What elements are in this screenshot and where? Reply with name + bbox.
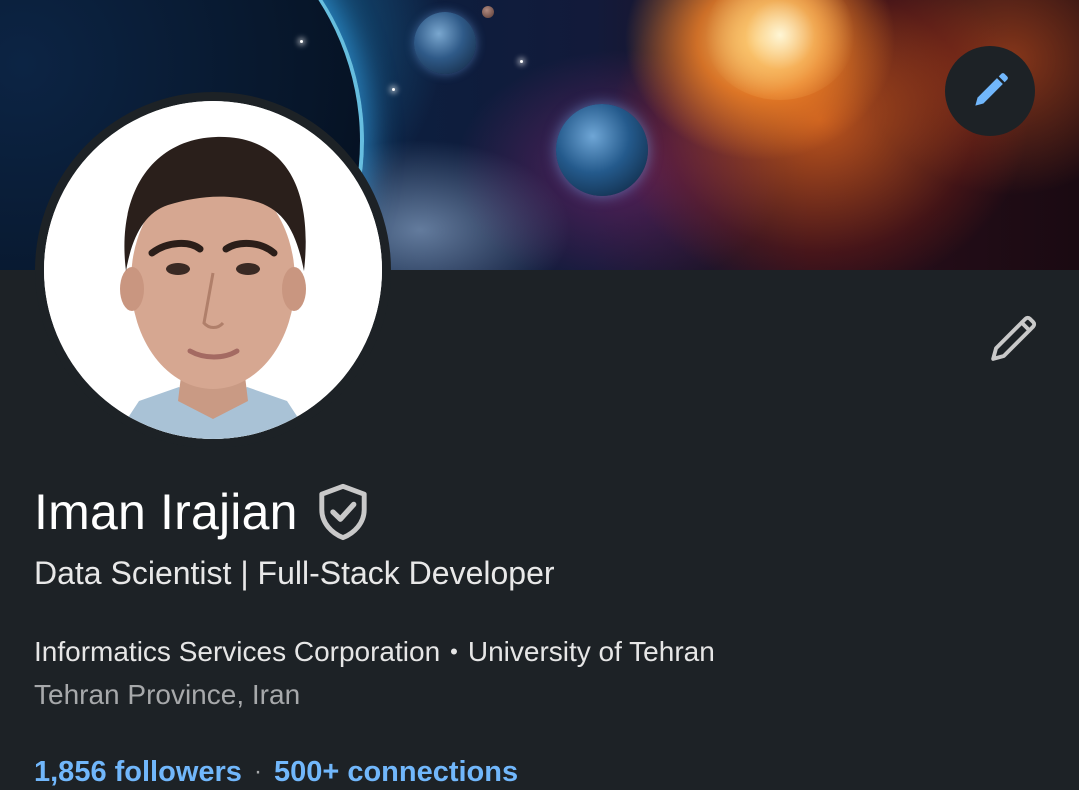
planet-large-decoration: [556, 104, 648, 196]
planet-tiny-decoration: [482, 6, 494, 18]
school-link[interactable]: University of Tehran: [468, 634, 715, 670]
company-link[interactable]: Informatics Services Corporation: [34, 634, 440, 670]
avatar-portrait-image: [44, 101, 382, 439]
planet-small-decoration: [414, 12, 476, 74]
profile-name: Iman Irajian: [34, 484, 298, 540]
followers-link[interactable]: 1,856 followers: [34, 753, 242, 790]
network-stats: 1,856 followers · 500+ connections: [34, 753, 518, 790]
name-row: Iman Irajian: [34, 482, 370, 542]
separator-dot: ·: [253, 758, 262, 785]
edit-intro-button[interactable]: [980, 308, 1044, 372]
profile-photo[interactable]: [35, 92, 391, 448]
connections-link[interactable]: 500+ connections: [274, 753, 518, 790]
edit-cover-button[interactable]: [945, 46, 1035, 136]
star-decoration: [520, 60, 523, 63]
separator-dot: •: [450, 639, 458, 664]
avatar: [44, 101, 382, 439]
profile-headline: Data Scientist | Full-Stack Developer: [34, 555, 555, 591]
star-decoration: [300, 40, 303, 43]
star-glow-decoration: [705, 0, 855, 100]
pencil-icon: [991, 315, 1037, 361]
pencil-icon: [975, 73, 1008, 106]
profile-page: Iman Irajian Data Scientist | Full-Stack…: [0, 0, 1079, 790]
profile-location: Tehran Province, Iran: [34, 679, 301, 710]
star-decoration: [392, 88, 395, 91]
current-positions: Informatics Services Corporation • Unive…: [34, 634, 715, 670]
verified-shield-icon[interactable]: [316, 483, 370, 541]
